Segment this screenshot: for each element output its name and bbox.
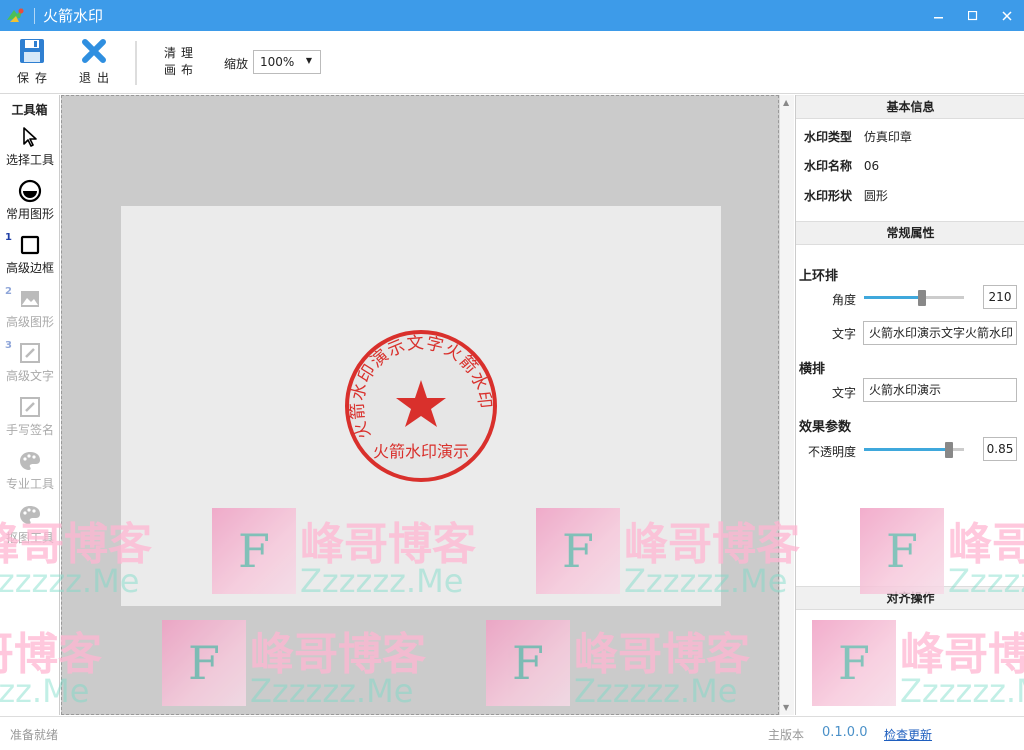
stamp-center-text: 火箭水印演示: [373, 442, 469, 461]
clear-label-line2: 画布: [164, 63, 199, 77]
tool-common-shapes[interactable]: 常用图形: [0, 177, 60, 229]
info-name-value: 06: [863, 159, 880, 173]
window-title: 火箭水印: [43, 7, 104, 25]
close-icon: [1002, 10, 1012, 21]
info-type-value: 仿真印章: [863, 130, 912, 144]
border-icon: [20, 235, 40, 255]
tool-label: 常用图形: [5, 207, 54, 221]
angle-slider-thumb[interactable]: [918, 290, 926, 306]
close-button[interactable]: [990, 0, 1024, 31]
tool-select[interactable]: 选择工具: [0, 123, 60, 175]
tool-label: 高级图形: [5, 315, 54, 329]
opacity-label: 不透明度: [807, 445, 856, 459]
tool-pro-tools[interactable]: 专业工具: [0, 447, 60, 499]
canvas-paper[interactable]: 火箭水印演示文字火箭水印 火箭水印演示: [121, 206, 721, 606]
effect-heading: 效果参数: [799, 420, 852, 435]
info-shape-key: 水印形状: [804, 189, 853, 203]
save-button[interactable]: 保存: [10, 37, 54, 89]
tool-label: 抠图工具: [5, 531, 54, 545]
tool-advanced-text[interactable]: 3 高级文字: [0, 339, 60, 391]
tool-label: 专业工具: [5, 477, 54, 491]
stamp-watermark[interactable]: 火箭水印演示文字火箭水印 火箭水印演示: [341, 326, 501, 486]
tool-number: 1: [5, 232, 12, 243]
clear-canvas-button[interactable]: 清理 画布: [164, 45, 204, 79]
angle-label: 角度: [831, 293, 856, 307]
angle-slider[interactable]: [864, 288, 964, 308]
version-label: 主版本: [768, 728, 805, 742]
save-label: 保存: [16, 71, 53, 85]
tool-label: 手写签名: [5, 423, 54, 437]
zoom-value: 100%: [260, 55, 295, 69]
check-update-link[interactable]: 检查更新: [884, 726, 932, 743]
info-type-key: 水印类型: [804, 130, 853, 144]
align-header: 对齐操作: [796, 586, 1024, 610]
tool-label: 高级边框: [5, 261, 54, 275]
scroll-down-icon[interactable]: ▼: [783, 703, 789, 712]
info-name-row: 水印名称 06: [804, 157, 879, 174]
title-separator: [34, 7, 35, 24]
info-name-key: 水印名称: [804, 159, 853, 173]
tool-advanced-image[interactable]: 2 高级图形: [0, 285, 60, 337]
tool-label: 高级文字: [5, 369, 54, 383]
signature-icon: [20, 397, 40, 417]
info-shape-row: 水印形状 圆形: [804, 187, 888, 204]
upper-ring-heading: 上环排: [799, 269, 839, 284]
vertical-scrollbar[interactable]: ▲ ▼: [779, 95, 794, 715]
cursor-icon: [23, 127, 37, 147]
basic-info-header: 基本信息: [796, 95, 1024, 119]
maximize-button[interactable]: [956, 0, 990, 31]
info-type-row: 水印类型 仿真印章: [804, 128, 912, 145]
common-props-header: 常规属性: [796, 221, 1024, 245]
shape-icon: [18, 179, 42, 203]
app-logo-icon: [0, 0, 30, 31]
ring-text-input[interactable]: 火箭水印演示文字火箭水印: [863, 321, 1017, 345]
clear-label-line1: 清理: [164, 46, 199, 60]
palette-icon: [20, 506, 40, 524]
opacity-slider[interactable]: [864, 440, 964, 460]
zoom-select[interactable]: 100% ▼: [253, 50, 321, 74]
toolbar-divider: [135, 41, 137, 85]
title-bar: 火箭水印: [0, 0, 1024, 31]
maximize-icon: [968, 10, 978, 20]
tool-advanced-border[interactable]: 1 高级边框: [0, 231, 60, 283]
tool-cutout[interactable]: 抠图工具: [0, 501, 60, 553]
minimize-icon: [934, 16, 943, 18]
properties-panel: 基本信息 水印类型 仿真印章 水印名称 06 水印形状 圆形 常规属性 上环排 …: [795, 95, 1024, 715]
exit-icon: [82, 39, 106, 63]
tool-handwrite-signature[interactable]: 手写签名: [0, 393, 60, 445]
angle-input[interactable]: 210: [983, 285, 1017, 309]
image-icon: [21, 291, 39, 307]
stamp-seal: 火箭水印演示文字火箭水印 火箭水印演示: [345, 330, 497, 482]
horizontal-heading: 横排: [799, 362, 826, 377]
canvas-area[interactable]: 火箭水印演示文字火箭水印 火箭水印演示: [61, 95, 779, 715]
dropdown-arrow-icon: ▼: [305, 56, 312, 65]
horiz-text-input[interactable]: 火箭水印演示: [863, 378, 1017, 402]
info-shape-value: 圆形: [863, 189, 888, 203]
horiz-text-label: 文字: [831, 386, 856, 400]
ring-text-label: 文字: [831, 327, 856, 341]
minimize-button[interactable]: [922, 0, 956, 31]
save-icon: [20, 39, 44, 63]
status-text: 准备就绪: [10, 728, 59, 742]
toolbox: 工具箱 选择工具 常用图形 1 高级边框 2 高级图形 3 高级文字 手写签名 …: [0, 95, 60, 715]
opacity-input[interactable]: 0.85: [983, 437, 1017, 461]
tool-number: 3: [5, 340, 12, 351]
toolbox-title: 工具箱: [11, 103, 48, 117]
opacity-slider-thumb[interactable]: [945, 442, 953, 458]
tool-number: 2: [5, 286, 12, 297]
main-toolbar: 保存 退出 清理 画布 缩放 100% ▼: [0, 31, 1024, 94]
status-bar: 准备就绪 主版本 0.1.0.0 检查更新: [0, 716, 1024, 750]
tool-label: 选择工具: [5, 153, 54, 167]
palette-icon: [20, 452, 40, 470]
edit-text-icon: [20, 343, 40, 363]
exit-button[interactable]: 退出: [72, 37, 116, 89]
scroll-up-icon[interactable]: ▲: [783, 98, 789, 107]
exit-label: 退出: [78, 71, 115, 85]
zoom-label: 缩放: [224, 57, 249, 71]
version-number: 0.1.0.0: [822, 725, 868, 740]
